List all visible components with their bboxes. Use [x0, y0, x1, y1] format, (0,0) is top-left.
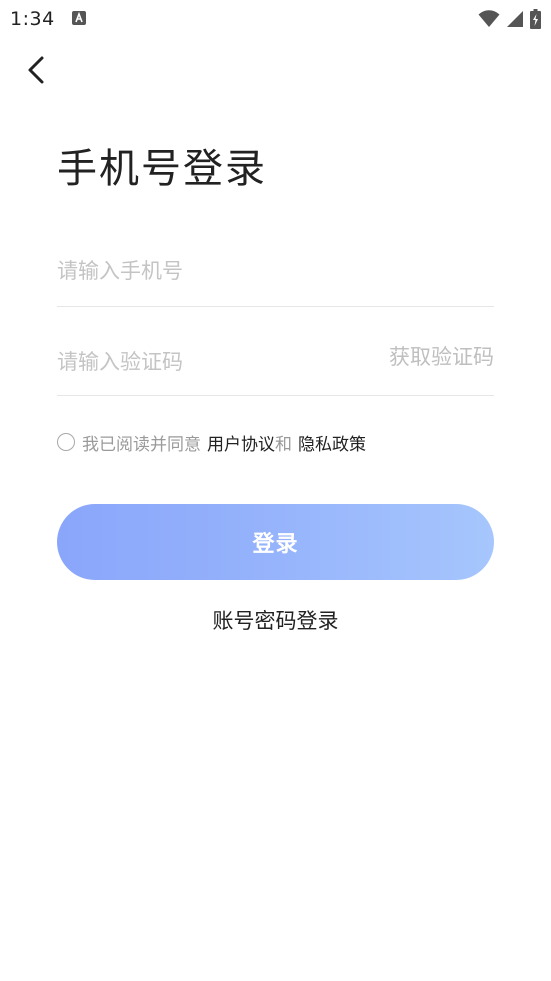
- phone-login-screen: 1:34 手机号登录 获: [0, 0, 551, 981]
- chevron-left-icon: [28, 56, 44, 84]
- agreement-and: 和: [275, 434, 292, 455]
- phone-field: [57, 246, 494, 307]
- verification-code-input[interactable]: [57, 337, 347, 387]
- signal-icon: [507, 11, 523, 27]
- privacy-policy-link[interactable]: 隐私政策: [298, 430, 366, 455]
- agreement-radio[interactable]: [57, 433, 75, 451]
- status-bar: 1:34: [0, 0, 551, 38]
- a-notification-icon: [72, 11, 86, 25]
- status-icons: [478, 9, 541, 29]
- password-login-link[interactable]: 账号密码登录: [0, 604, 551, 638]
- wifi-icon: [478, 10, 500, 27]
- agreement-prefix: 我已阅读并同意: [82, 434, 201, 455]
- phone-input[interactable]: [57, 246, 494, 296]
- back-button[interactable]: [18, 52, 54, 88]
- battery-charging-icon: [530, 9, 541, 29]
- agreement-row: 我已阅读并同意 用户协议 和 隐私政策: [57, 430, 366, 455]
- get-code-button[interactable]: 获取验证码: [389, 342, 494, 372]
- login-button[interactable]: 登录: [57, 504, 494, 580]
- page-title: 手机号登录: [57, 146, 267, 192]
- user-agreement-link[interactable]: 用户协议: [207, 430, 275, 455]
- code-field: 获取验证码: [57, 335, 494, 396]
- status-time: 1:34: [10, 8, 55, 30]
